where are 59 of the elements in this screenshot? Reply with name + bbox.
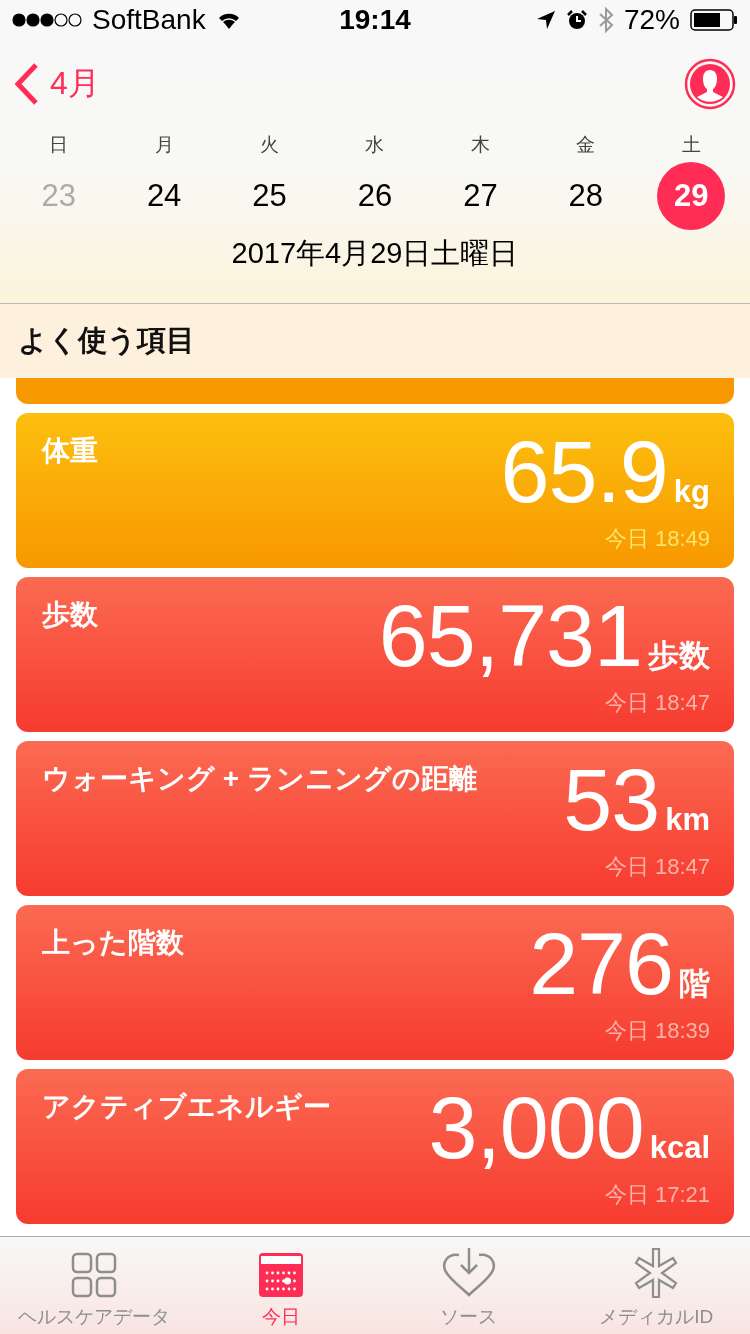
metric-unit: 階 xyxy=(679,965,710,1003)
profile-button[interactable] xyxy=(684,58,736,110)
calendar-icon xyxy=(258,1252,305,1298)
metric-timestamp: 今日 18:47 xyxy=(604,853,710,881)
weekday-label: 土 xyxy=(681,133,701,157)
battery-percentage: 72% xyxy=(623,4,680,36)
metric-value: 65.9 xyxy=(500,430,668,514)
day-button[interactable]: 23 xyxy=(24,162,93,230)
clock-time: 19:14 xyxy=(339,4,411,36)
metric-unit: 歩数 xyxy=(648,637,710,675)
weekday-label: 火 xyxy=(260,133,280,157)
tab-button[interactable]: メディカルID xyxy=(562,1237,750,1334)
metric-unit: kg xyxy=(673,474,710,510)
day-button[interactable]: 24 xyxy=(130,162,199,230)
weekday-label: 水 xyxy=(365,133,385,157)
bluetooth-icon xyxy=(597,7,614,33)
day-button[interactable]: 28 xyxy=(551,162,620,230)
weekday-label: 金 xyxy=(576,133,596,157)
metric-timestamp: 今日 18:39 xyxy=(604,1017,710,1045)
metric-card[interactable]: 体重 65.9 kg 今日 18:49 xyxy=(16,413,734,568)
day-button[interactable]: 25 xyxy=(235,162,304,230)
weekday-label: 日 xyxy=(49,133,69,157)
metric-title: ウォーキング + ランニングの距離 xyxy=(42,762,477,796)
metric-card[interactable]: ウォーキング + ランニングの距離 53 km 今日 18:47 xyxy=(16,741,734,896)
back-chevron-icon xyxy=(14,62,40,106)
weekday-label: 月 xyxy=(154,133,174,157)
metric-card[interactable]: 上った階数 276 階 今日 18:39 xyxy=(16,905,734,1060)
grid-icon xyxy=(70,1252,117,1298)
metric-title: 体重 xyxy=(42,434,98,468)
heart-download-icon xyxy=(441,1248,496,1298)
metric-card[interactable]: 歩数 65,731 歩数 今日 18:47 xyxy=(16,577,734,732)
metric-unit: km xyxy=(665,802,710,838)
date-title: 2017年4月29日土曜日 xyxy=(230,236,520,271)
metric-timestamp: 今日 18:47 xyxy=(604,689,710,717)
metric-title: 歩数 xyxy=(42,598,98,632)
battery-icon xyxy=(690,9,738,31)
tab-button[interactable]: ヘルスケアデータ xyxy=(0,1237,188,1334)
day-button[interactable]: 29 xyxy=(657,162,726,230)
tab-button[interactable]: 今日 xyxy=(187,1237,375,1334)
metric-value: 65,731 xyxy=(378,594,642,678)
metric-value: 53 xyxy=(563,758,660,842)
metric-timestamp: 今日 17:21 xyxy=(604,1181,710,1209)
day-button[interactable]: 26 xyxy=(341,162,409,230)
section-title: よく使う項目 xyxy=(18,323,195,358)
metric-title: 上った階数 xyxy=(42,926,184,960)
location-arrow-icon xyxy=(535,10,556,30)
back-button[interactable]: 4月 xyxy=(14,62,100,106)
metric-value: 276 xyxy=(529,922,673,1006)
tab-button[interactable]: ソース xyxy=(375,1237,563,1334)
weekday-label: 木 xyxy=(470,133,490,157)
day-button[interactable]: 27 xyxy=(446,162,515,230)
alarm-clock-icon xyxy=(565,9,588,31)
metric-value: 3,000 xyxy=(428,1086,644,1170)
metric-card[interactable]: アクティブエネルギー 3,000 kcal 今日 17:21 xyxy=(16,1069,734,1224)
carrier-name: SoftBank xyxy=(92,4,206,36)
signal-icon xyxy=(12,11,82,29)
metric-unit: kcal xyxy=(649,1130,710,1166)
metric-timestamp: 今日 18:49 xyxy=(604,525,710,553)
metric-title: アクティブエネルギー xyxy=(42,1090,331,1124)
